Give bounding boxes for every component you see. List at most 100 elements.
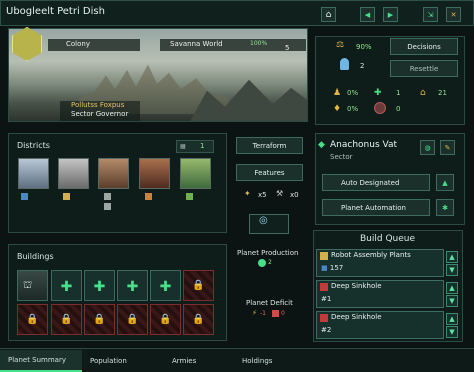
blocker-icon: ✦	[244, 189, 251, 198]
sector-badge-icon: ◆	[318, 140, 325, 150]
building-slot-add[interactable]: ✚	[84, 270, 115, 301]
queue-item-up-button[interactable]: ▲	[446, 251, 458, 263]
mountains	[189, 79, 307, 121]
district-slot-yellow	[63, 193, 70, 200]
district-mining[interactable]	[98, 158, 129, 189]
sector-view-button[interactable]: ◍	[420, 140, 435, 155]
deficit-mineral-icon	[272, 310, 279, 317]
queue-item-up-button[interactable]: ▲	[446, 282, 458, 294]
queue-item[interactable]: Deep Sinkhole #1	[316, 280, 444, 308]
district-slot-grey	[104, 193, 111, 200]
queue-item-name: Robot Assembly Plants	[331, 251, 411, 259]
pop-icon	[340, 58, 349, 70]
lock-icon: 🔒	[26, 314, 39, 325]
colony-badge	[48, 39, 140, 51]
building-slot-add[interactable]: ✚	[51, 270, 82, 301]
district-icon	[320, 283, 328, 291]
minimize-button[interactable]: ⇲	[423, 7, 438, 22]
district-agriculture[interactable]	[180, 158, 211, 189]
add-icon: ✚	[60, 279, 73, 295]
crime-value: 0%	[347, 89, 359, 97]
district-generator[interactable]	[58, 158, 89, 189]
building-slot-locked: 🔒	[150, 304, 181, 335]
close-button[interactable]: ✕	[446, 7, 461, 22]
sector-edit-button[interactable]: ✎	[440, 140, 455, 155]
capital-building-icon: ⛫	[23, 280, 33, 291]
add-icon: ✚	[159, 279, 172, 295]
decisions-button[interactable]: Decisions	[390, 38, 458, 55]
amenities-value: 1	[396, 89, 401, 97]
prev-planet-button[interactable]: ◀	[360, 7, 375, 22]
planet-size: 5	[285, 44, 290, 52]
amenities-icon: ✚	[374, 88, 382, 98]
building-slot-locked: 🔒	[117, 304, 148, 335]
district-count: 1	[200, 142, 205, 150]
terraform-button[interactable]: Terraform	[236, 137, 303, 154]
next-planet-button[interactable]: ▶	[383, 7, 398, 22]
building-slot-capital[interactable]: ⛫	[17, 270, 48, 301]
district-industrial[interactable]	[139, 158, 170, 189]
lock-icon: 🔒	[93, 314, 106, 325]
resettle-button[interactable]: Resettle	[390, 60, 458, 77]
add-icon: ✚	[93, 279, 106, 295]
crime-icon: ♟	[333, 88, 342, 98]
grid-icon: ▦	[180, 143, 186, 150]
governor-name[interactable]: Pollutss Foxpus	[71, 101, 124, 109]
building-slot-locked: 🔒	[84, 304, 115, 335]
queue-item-detail: #1	[321, 295, 332, 303]
designation-up-button[interactable]: ▲	[436, 174, 454, 191]
edit-button[interactable]: ⌂	[321, 7, 336, 22]
deviancy-icon: ♦	[333, 104, 342, 114]
district-icon	[320, 314, 328, 322]
modifier-ring[interactable]	[249, 214, 289, 234]
feature-icon: ⚒	[276, 189, 284, 198]
gear-icon: ✱	[442, 203, 448, 212]
energy-icon	[258, 259, 266, 267]
district-slot-grey	[104, 203, 111, 210]
tab-holdings[interactable]: Holdings	[234, 350, 314, 372]
tab-armies[interactable]: Armies	[164, 350, 234, 372]
queue-item[interactable]: Robot Assembly Plants ■ 157	[316, 249, 444, 277]
queue-item-up-button[interactable]: ▲	[446, 313, 458, 325]
window-title: Ubogleelt Petri Dish	[6, 6, 105, 17]
planet-automation-label: Planet Automation	[341, 203, 406, 212]
lock-icon: 🔒	[159, 314, 172, 325]
district-slot-orange	[145, 193, 152, 200]
sector-name[interactable]: Anachonus Vat	[330, 140, 397, 150]
features-button[interactable]: Features	[236, 164, 303, 181]
auto-designated-label: Auto Designated	[341, 178, 400, 187]
building-slot-add[interactable]: ✚	[117, 270, 148, 301]
governor-role: Sector Governor	[71, 110, 129, 118]
queue-item-detail: #2	[321, 326, 332, 334]
lock-icon: 🔒	[126, 314, 139, 325]
building-slot-add[interactable]: ✚	[150, 270, 181, 301]
tab-population[interactable]: Population	[82, 350, 164, 372]
housing-value: 21	[438, 89, 447, 97]
deficit-energy: -1	[260, 310, 266, 317]
queue-item-down-button[interactable]: ▼	[446, 326, 458, 338]
auto-designated-toggle[interactable]: Auto Designated	[322, 174, 430, 191]
next-arrow-icon: ▶	[387, 10, 394, 19]
unemployed-icon	[374, 102, 386, 114]
district-slot-green	[186, 193, 193, 200]
queue-item[interactable]: Deep Sinkhole #2	[316, 311, 444, 339]
deviancy-value: 0%	[347, 105, 359, 113]
queue-item-detail: ■ 157	[321, 264, 344, 272]
automation-settings-button[interactable]: ✱	[436, 199, 454, 216]
edit-icon: ⌂	[325, 9, 332, 20]
tab-planet-summary[interactable]: Planet Summary	[0, 350, 82, 372]
building-slot-locked: 🔒	[183, 270, 214, 301]
build-queue-heading: Build Queue	[360, 234, 416, 244]
deficit-label: Planet Deficit	[246, 299, 293, 307]
district-city[interactable]	[18, 158, 49, 189]
planet-automation-toggle[interactable]: Planet Automation	[322, 199, 430, 216]
queue-item-down-button[interactable]: ▼	[446, 295, 458, 307]
lock-icon: 🔒	[192, 314, 205, 325]
queue-item-down-button[interactable]: ▼	[446, 264, 458, 276]
building-icon	[320, 252, 328, 260]
feature-count: x0	[290, 191, 299, 199]
lock-icon: 🔒	[192, 280, 205, 291]
building-slot-locked: 🔒	[51, 304, 82, 335]
sector-label: Sector	[330, 153, 353, 161]
queue-item-name: Deep Sinkhole	[331, 313, 382, 321]
